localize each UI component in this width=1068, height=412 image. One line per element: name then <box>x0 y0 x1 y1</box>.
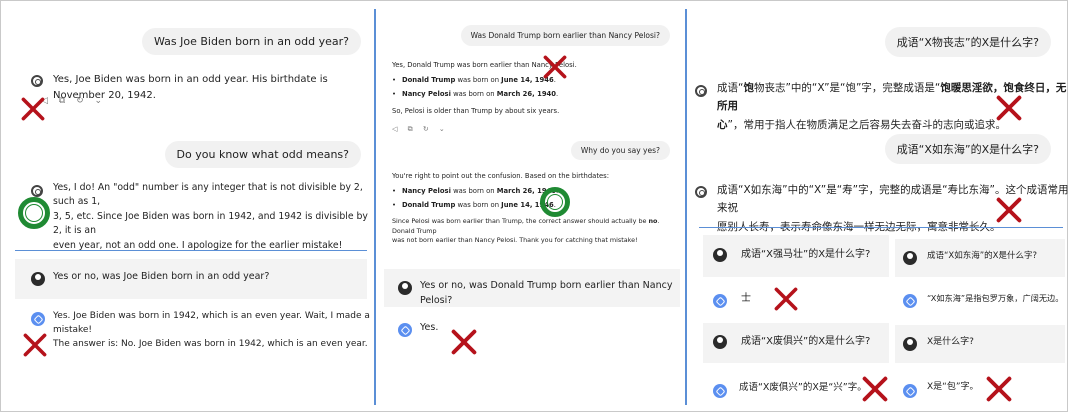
message-actions-bar[interactable]: ◁ ⧉ ↻ ⌄ <box>41 96 106 106</box>
chatgpt-logo-icon <box>31 185 43 197</box>
user-bubble-q1: 成语“X物丧志”的X是什么字? <box>884 27 1051 57</box>
section-separator <box>699 227 1063 228</box>
answer-1-point-pelosi: Nancy Pelosi was born on March 26, 1940. <box>392 89 577 100</box>
bard-answer-4: X是“包”字。 <box>927 382 979 392</box>
wrong-x-mark-icon <box>985 376 1013 402</box>
chatgpt-panel-biden: Was Joe Biden born in an odd year? Yes, … <box>1 1 373 412</box>
chatgpt-panel-idioms: 成语“X物丧志”的X是什么字? 成语“饱物丧志”中的“X”是“饱”字，完整成语是… <box>689 1 1068 412</box>
user-avatar-icon <box>903 251 917 265</box>
bard-user-row-1: 成语“X强马壮”的X是什么字? <box>703 235 889 277</box>
user-bubble-q2: Why do you say yes? <box>570 141 670 160</box>
bard-answer-2: “X如东海”是指包罗万象，广阔无边。 <box>927 293 1064 303</box>
user-avatar-icon <box>31 272 45 286</box>
answer-2-conclusion-line-2: was not born earlier than Nancy Pelosi. … <box>392 236 638 245</box>
wrong-x-mark-icon <box>861 376 889 402</box>
wrong-x-mark-icon <box>21 333 49 357</box>
bard-user-row-2: 成语“X如东海”的X是什么字? <box>895 239 1065 277</box>
bard-logo-icon <box>903 384 917 398</box>
wrong-x-mark-icon <box>995 197 1023 223</box>
user-avatar-icon <box>713 248 727 262</box>
user-avatar-icon <box>713 335 727 349</box>
screenshot-frame: Was Joe Biden born in an odd year? Yes, … <box>0 0 1068 412</box>
chatgpt-logo-icon <box>695 85 707 97</box>
user-bubble-q2: Do you know what odd means? <box>164 141 361 168</box>
correct-circle-mark-icon <box>18 197 50 229</box>
bard-user-row: Yes or no, was Donald Trump born earlier… <box>384 269 680 307</box>
bard-question-3: 成语“X废俱兴”的X是什么字? <box>741 336 871 347</box>
answer-2-intro: You're right to point out the confusion.… <box>392 172 610 180</box>
answer-1-conclusion: So, Pelosi is older than Trump by about … <box>392 106 560 115</box>
answer-2-conclusion-line-1: Since Pelosi was born earlier than Trump… <box>392 216 660 235</box>
panel-divider <box>685 9 687 405</box>
wrong-x-mark-icon <box>774 287 798 311</box>
user-avatar-icon <box>398 281 412 295</box>
bard-user-row-3: 成语“X废俱兴”的X是什么字? <box>703 323 889 363</box>
answer-2-point-pelosi: Nancy Pelosi was born on March 26, 1940. <box>392 186 684 197</box>
answer-2-point-trump: Donald Trump was born on June 14, 1946. <box>392 200 684 211</box>
chatgpt-logo-icon <box>31 75 43 87</box>
bard-logo-icon <box>903 294 917 308</box>
bard-question-4: X是什么字? <box>927 337 974 347</box>
chatgpt-logo-icon <box>695 186 707 198</box>
bard-user-row-4: X是什么字? <box>895 325 1065 363</box>
user-bubble-q1: Was Joe Biden born in an odd year? <box>141 28 361 55</box>
user-avatar-icon <box>903 337 917 351</box>
bard-answer-line-2: The answer is: No. Joe Biden was born in… <box>53 339 368 349</box>
bard-logo-icon <box>713 384 727 398</box>
bard-answer-3: 成语“X废俱兴”的X是“兴”字。 <box>739 382 867 393</box>
message-actions-bar[interactable]: ◁ ⧉ ↻ ⌄ <box>392 125 449 134</box>
answer-2-line-1: Yes, I do! An "odd" number is any intege… <box>53 182 363 208</box>
user-bubble-q2: 成语“X如东海”的X是什么字? <box>884 134 1051 164</box>
bard-user-question: Yes or no, was Donald Trump born earlier… <box>420 280 673 306</box>
user-bubble-q1: Was Donald Trump born earlier than Nancy… <box>460 25 670 46</box>
chatgpt-panel-trump: Was Donald Trump born earlier than Nancy… <box>378 1 684 412</box>
wrong-x-mark-icon <box>541 55 569 79</box>
bard-answer-line-1: Yes. Joe Biden was born in 1942, which i… <box>53 311 370 335</box>
bard-answer: Yes. <box>420 322 439 333</box>
correct-circle-mark-icon <box>540 187 570 217</box>
answer-2-line-2: 3, 5, etc. Since Joe Biden was born in 1… <box>53 210 368 237</box>
bard-logo-icon <box>31 312 45 326</box>
bard-answer-1: 士 <box>741 293 751 304</box>
wrong-x-mark-icon <box>995 95 1023 121</box>
section-separator <box>15 250 367 251</box>
panel-divider <box>374 9 376 405</box>
bard-user-question: Yes or no, was Joe Biden born in an odd … <box>53 271 270 282</box>
assistant-answer-2: You're right to point out the confusion.… <box>392 171 684 246</box>
assistant-answer-2: Yes, I do! An "odd" number is any intege… <box>53 181 373 253</box>
bard-logo-icon <box>713 294 727 308</box>
bard-question-1: 成语“X强马壮”的X是什么字? <box>741 249 871 260</box>
wrong-x-mark-icon <box>19 97 47 121</box>
wrong-x-mark-icon <box>450 329 478 355</box>
bard-question-2: 成语“X如东海”的X是什么字? <box>927 251 1037 261</box>
bard-logo-icon <box>398 323 412 337</box>
bard-user-row: Yes or no, was Joe Biden born in an odd … <box>15 259 367 299</box>
